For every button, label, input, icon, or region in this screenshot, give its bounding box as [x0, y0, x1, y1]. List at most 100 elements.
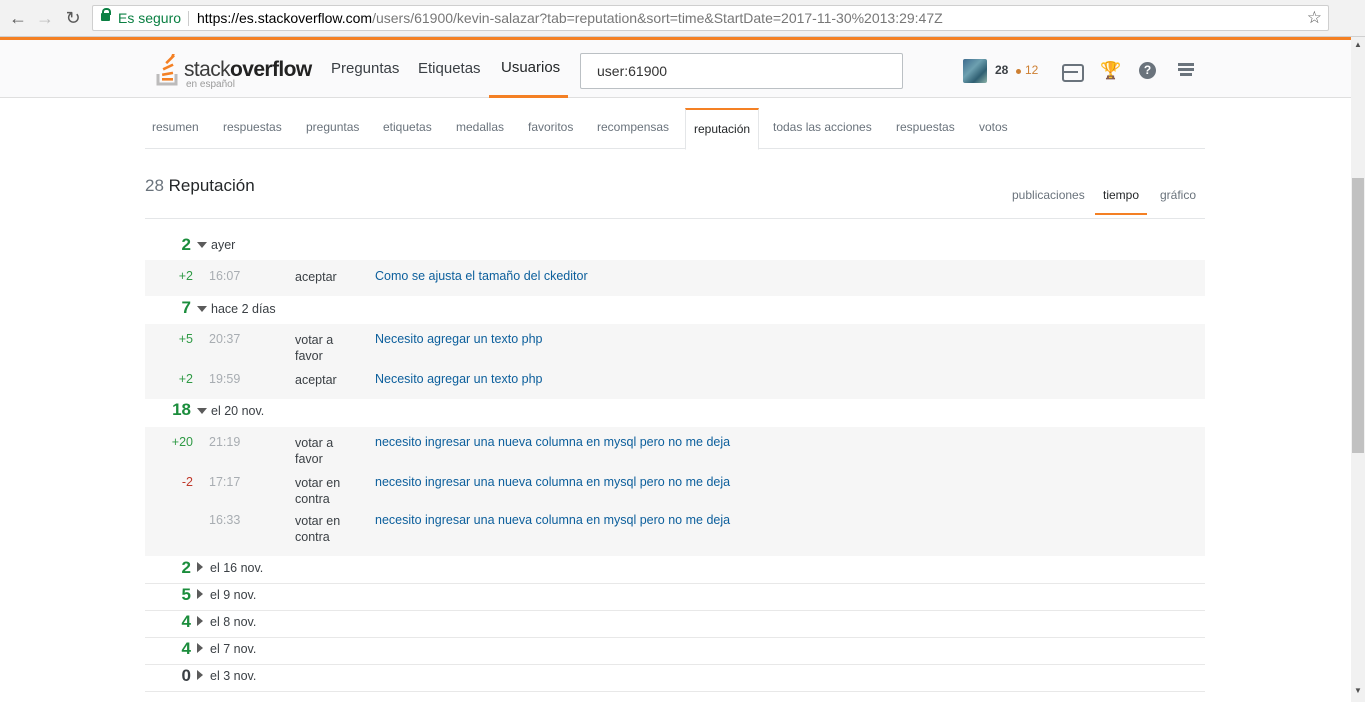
- post-link[interactable]: Necesito agregar un texto php: [375, 332, 542, 346]
- rep-day-details: +5 20:37 votar a favor Necesito agregar …: [145, 324, 1205, 399]
- rep-time: 16:07: [209, 269, 241, 283]
- day-total: 7: [181, 298, 191, 317]
- header-divider: [145, 218, 1205, 219]
- expand-arrow-icon[interactable]: [197, 562, 203, 572]
- rep-time: 19:59: [209, 372, 241, 386]
- rep-time: 16:33: [209, 513, 241, 527]
- reload-icon[interactable]: ↻: [62, 7, 84, 29]
- rep-action: votar a favor: [295, 333, 334, 363]
- rep-action: aceptar: [295, 373, 337, 387]
- rep-day-group[interactable]: 4 el 8 nov.: [145, 611, 1205, 637]
- day-label: el 8 nov.: [210, 615, 257, 629]
- day-total: 4: [181, 639, 191, 658]
- logo-subtitle: en español: [186, 79, 235, 90]
- post-link[interactable]: necesito ingresar una nueva columna en m…: [375, 475, 730, 489]
- lock-icon: [101, 8, 111, 23]
- post-link[interactable]: necesito ingresar una nueva columna en m…: [375, 435, 730, 449]
- trophy-icon[interactable]: 🏆: [1100, 61, 1121, 81]
- address-bar[interactable]: Es seguro https://es.stackoverflow.com/u…: [92, 5, 1329, 31]
- browser-toolbar: ← → ↻ Es seguro https://es.stackoverflow…: [0, 0, 1365, 37]
- sort-grafico[interactable]: gráfico: [1160, 188, 1196, 202]
- post-link[interactable]: Como se ajusta el tamaño del ckeditor: [375, 269, 588, 283]
- back-arrow-icon[interactable]: ←: [7, 7, 29, 29]
- collapse-arrow-icon[interactable]: [197, 408, 207, 414]
- rep-day-group[interactable]: 18 el 20 nov.: [145, 399, 1205, 426]
- url-path: /users/61900/kevin-salazar?tab=reputatio…: [372, 10, 943, 26]
- day-label: hace 2 días: [211, 302, 276, 316]
- sort-publicaciones[interactable]: publicaciones: [1012, 188, 1085, 202]
- bronze-badge-icon: [1016, 69, 1021, 74]
- collapse-arrow-icon[interactable]: [197, 306, 207, 312]
- rep-action: votar en contra: [295, 476, 341, 506]
- nav-etiquetas[interactable]: Etiquetas: [418, 40, 481, 98]
- rep-action: votar a favor: [295, 436, 334, 466]
- rep-action: votar en contra: [295, 514, 341, 544]
- rep-day-group[interactable]: 5 el 9 nov.: [145, 584, 1205, 610]
- day-label: el 3 nov.: [210, 669, 257, 683]
- rep-time: 17:17: [209, 475, 241, 489]
- day-label: el 7 nov.: [210, 642, 257, 656]
- scroll-up-arrow-icon[interactable]: ▲: [1354, 40, 1362, 49]
- tab-preguntas[interactable]: preguntas: [306, 108, 359, 149]
- url-text[interactable]: https://es.stackoverflow.com/users/61900…: [197, 6, 943, 30]
- rep-day-group[interactable]: 0 el 3 nov.: [145, 665, 1205, 691]
- site-topbar: stackoverflow en español Preguntas Etiqu…: [0, 37, 1351, 98]
- tab-recompensas[interactable]: recompensas: [597, 108, 669, 149]
- rep-time: 20:37: [209, 332, 241, 346]
- rep-delta: +2: [178, 269, 193, 283]
- nav-usuarios[interactable]: Usuarios: [489, 40, 568, 98]
- tab-votos[interactable]: votos: [979, 108, 1008, 149]
- day-total: 0: [181, 666, 191, 685]
- day-total: 2: [181, 558, 191, 577]
- tab-resumen[interactable]: resumen: [152, 108, 199, 149]
- post-link[interactable]: Necesito agregar un texto php: [375, 372, 542, 386]
- avatar[interactable]: [963, 59, 987, 83]
- rep-day-group[interactable]: 2 ayer: [145, 233, 1205, 259]
- expand-arrow-icon[interactable]: [197, 643, 203, 653]
- scrollbar-thumb[interactable]: [1352, 178, 1364, 453]
- rep-day-group[interactable]: 4 el 7 nov.: [145, 638, 1205, 664]
- tab-medallas[interactable]: medallas: [456, 108, 504, 149]
- secure-label: Es seguro: [118, 10, 182, 26]
- day-label: ayer: [211, 238, 236, 252]
- tab-respuestas[interactable]: respuestas: [223, 108, 282, 149]
- stack-logo-icon: [156, 54, 178, 86]
- collapse-arrow-icon[interactable]: [197, 242, 207, 248]
- day-total: 2: [181, 235, 191, 254]
- rep-delta: +20: [171, 435, 193, 449]
- tab-reputacion[interactable]: reputación: [685, 108, 760, 150]
- bookmark-star-icon[interactable]: ☆: [1307, 6, 1322, 30]
- scroll-down-arrow-icon[interactable]: ▼: [1354, 686, 1362, 695]
- day-total: 5: [181, 585, 191, 604]
- review-queue-icon[interactable]: [1178, 61, 1198, 81]
- expand-arrow-icon[interactable]: [197, 616, 203, 626]
- post-link[interactable]: necesito ingresar una nueva columna en m…: [375, 513, 730, 527]
- url-separator: [188, 11, 189, 26]
- day-total: 18: [172, 400, 191, 419]
- nav-preguntas[interactable]: Preguntas: [331, 40, 399, 98]
- tab-etiquetas[interactable]: etiquetas: [383, 108, 432, 149]
- reputation-count[interactable]: 28: [995, 63, 1008, 77]
- day-total: 4: [181, 612, 191, 631]
- search-input[interactable]: user:61900: [580, 53, 903, 89]
- expand-arrow-icon[interactable]: [197, 589, 203, 599]
- tab-favoritos[interactable]: favoritos: [528, 108, 573, 149]
- rep-day-group[interactable]: 2 el 16 nov.: [145, 557, 1205, 583]
- rep-delta: +2: [178, 372, 193, 386]
- rep-day-details: +2 16:07 aceptar Como se ajusta el tamañ…: [145, 260, 1205, 296]
- rep-delta: -2: [181, 475, 193, 489]
- forward-arrow-icon[interactable]: →: [34, 7, 56, 29]
- day-label: el 20 nov.: [211, 404, 265, 418]
- stackoverflow-logo[interactable]: stackoverflow en español: [156, 52, 316, 94]
- expand-arrow-icon[interactable]: [197, 670, 203, 680]
- day-label: el 9 nov.: [210, 588, 257, 602]
- day-label: el 16 nov.: [210, 561, 264, 575]
- sort-tiempo[interactable]: tiempo: [1095, 188, 1148, 215]
- tab-respuestas-votos[interactable]: respuestas: [896, 108, 955, 149]
- url-host: https://es.stackoverflow.com: [197, 10, 373, 26]
- bronze-badge-count[interactable]: 12: [1025, 63, 1038, 77]
- tab-todas-las-acciones[interactable]: todas las acciones: [773, 108, 872, 149]
- inbox-icon[interactable]: [1061, 61, 1084, 82]
- rep-day-group[interactable]: 7 hace 2 días: [145, 296, 1205, 323]
- help-icon[interactable]: ?: [1139, 62, 1156, 79]
